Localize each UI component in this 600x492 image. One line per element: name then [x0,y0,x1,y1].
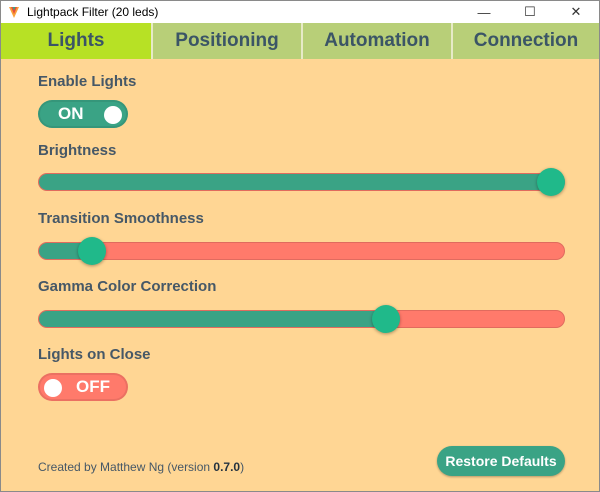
lights-panel: Enable Lights ON Brightness Transition S… [1,59,599,491]
transition-smoothness-slider-thumb[interactable] [77,237,106,265]
lightpack-app-icon [9,7,19,18]
maximize-icon: ☐ [524,4,536,19]
tab-positioning[interactable]: Positioning [151,23,301,59]
brightness-label: Brightness [38,142,117,159]
tab-connection[interactable]: Connection [451,23,599,59]
brightness-slider-fill [39,174,564,190]
lights-on-close-toggle[interactable]: OFF [38,373,128,401]
toggle-knob [44,379,62,397]
tab-bar: Lights Positioning Automation Connection [1,23,599,59]
tab-automation[interactable]: Automation [301,23,451,59]
toggle-knob [104,106,122,124]
version-number: 0.7.0 [213,460,241,474]
gamma-color-correction-label: Gamma Color Correction [38,278,217,295]
credits-text: Created by Matthew Ng (version 0.7.0) [38,460,244,474]
transition-smoothness-slider[interactable] [38,242,565,260]
tab-lights[interactable]: Lights [1,23,151,59]
credits-suffix: ) [240,460,245,474]
credits-prefix: Created by Matthew Ng (version [38,460,214,474]
close-button[interactable]: ✕ [553,1,599,23]
close-icon: ✕ [570,4,582,19]
toggle-state-text: ON [58,104,84,123]
minimize-button[interactable]: — [461,1,507,23]
transition-smoothness-slider-fill [39,243,81,259]
enable-lights-label: Enable Lights [38,73,137,90]
gamma-color-correction-slider-thumb[interactable] [372,305,401,333]
transition-smoothness-label: Transition Smoothness [38,210,204,227]
app-window: Lightpack Filter (20 leds) — ☐ ✕ Lights … [0,0,600,492]
gamma-color-correction-slider[interactable] [38,310,565,328]
gamma-color-correction-slider-fill [39,311,391,327]
brightness-slider[interactable] [38,173,565,191]
window-title: Lightpack Filter (20 leds) [27,5,159,19]
restore-defaults-button[interactable]: Restore Defaults [437,446,565,476]
enable-lights-toggle[interactable]: ON [38,100,128,128]
maximize-button[interactable]: ☐ [507,1,553,23]
toggle-state-text: OFF [76,377,110,396]
minimize-icon: — [477,4,491,20]
title-bar: Lightpack Filter (20 leds) — ☐ ✕ [1,1,599,23]
lights-on-close-label: Lights on Close [38,346,151,363]
brightness-slider-thumb[interactable] [537,168,565,196]
